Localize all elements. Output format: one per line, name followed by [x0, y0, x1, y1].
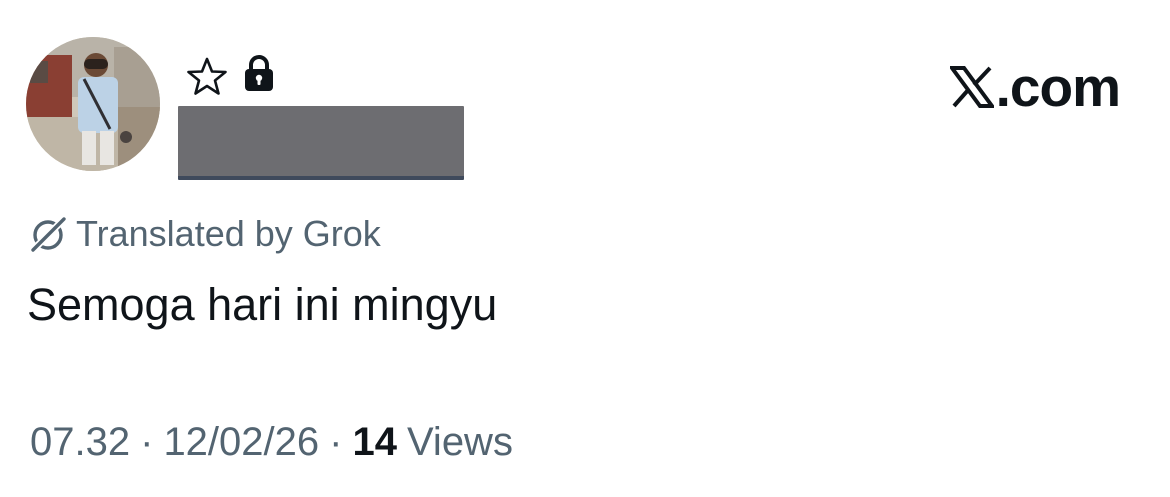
lock-icon	[245, 55, 273, 91]
profile-photo	[26, 37, 160, 171]
meta-separator: ·	[140, 420, 154, 464]
star-icon	[187, 57, 227, 95]
meta-separator: ·	[329, 420, 343, 464]
redacted-username	[178, 106, 464, 180]
brand-text: .com	[995, 55, 1121, 118]
brand: .com	[949, 55, 1121, 119]
tweet-text: Semoga hari ini mingyu	[27, 279, 498, 330]
translation-label: Translated by Grok	[76, 213, 381, 254]
avatar[interactable]	[26, 37, 160, 171]
translation-notice[interactable]: Translated by Grok	[28, 212, 381, 256]
tweet-date[interactable]: 12/02/26	[163, 418, 319, 466]
tweet-time[interactable]: 07.32	[30, 418, 130, 466]
grok-icon	[30, 216, 67, 253]
x-logo-icon	[949, 66, 994, 108]
views-count[interactable]: 14	[352, 418, 397, 466]
views-label[interactable]: Views	[407, 418, 513, 466]
tweet-meta: 07.32 · 12/02/26 · 14 Views	[30, 418, 513, 466]
